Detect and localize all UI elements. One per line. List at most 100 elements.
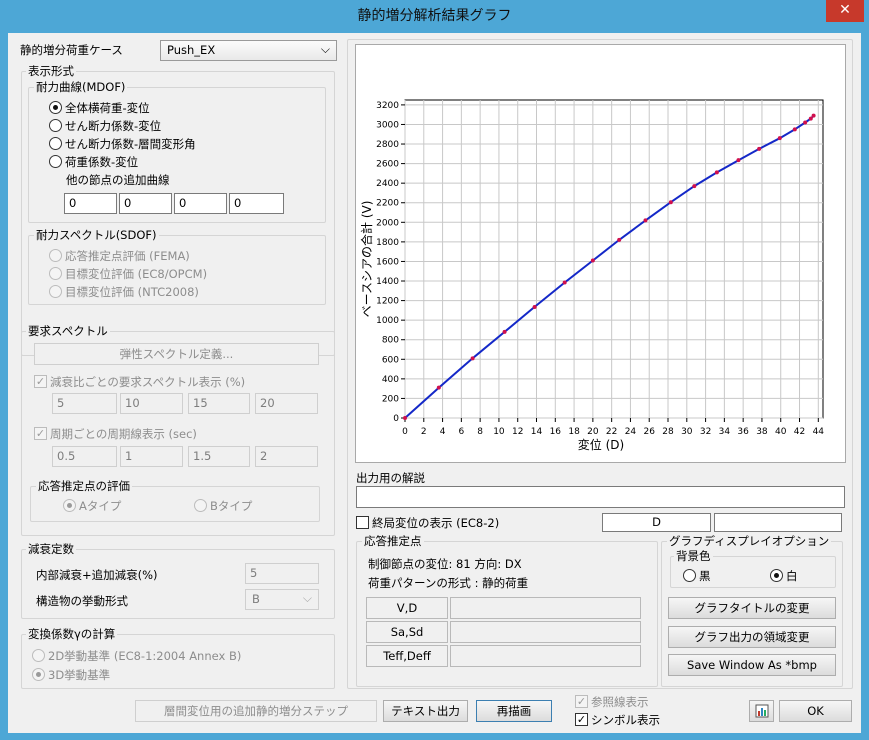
- damping-ratio-input-4[interactable]: 20: [255, 393, 318, 414]
- x-axis-label: 変位 (D): [578, 437, 624, 452]
- damping-ratio-input-2[interactable]: 10: [120, 393, 183, 414]
- bg-white-radio[interactable]: [770, 569, 783, 582]
- node-input-1[interactable]: 0: [64, 193, 117, 214]
- conversion-2d-radio[interactable]: [32, 649, 45, 662]
- damping-ratio-checkbox[interactable]: ✓: [34, 375, 47, 388]
- series-marker: [403, 416, 407, 420]
- y-tick-label: 600: [382, 355, 399, 365]
- chart-icon-button[interactable]: [749, 700, 774, 722]
- x-tick-label: 12: [512, 427, 523, 437]
- series-marker: [502, 329, 507, 334]
- vd-value: [450, 597, 641, 619]
- y-tick-label: 0: [393, 414, 399, 424]
- y-tick-label: 2000: [376, 218, 399, 228]
- series-line: [404, 115, 815, 419]
- chevron-down-icon: ⌵: [302, 591, 312, 605]
- ok-button[interactable]: OK: [779, 700, 852, 722]
- conversion-factor-title: 変換係数γの計算: [26, 626, 118, 642]
- symbol-checkbox[interactable]: ✓: [575, 713, 588, 726]
- y-axis-label: ベースシアの合計 (V): [359, 201, 374, 318]
- bg-white-label: 白: [786, 569, 798, 583]
- output-comment-label: 出力用の解説: [356, 471, 425, 485]
- series-markers: [403, 113, 816, 420]
- type-b-radio[interactable]: [194, 499, 207, 512]
- node-input-4[interactable]: 0: [229, 193, 284, 214]
- series-marker: [562, 280, 567, 285]
- bg-black-label: 黒: [699, 569, 711, 583]
- close-icon[interactable]: ✕: [826, 0, 864, 22]
- x-tick-label: 26: [643, 427, 655, 437]
- node-input-2[interactable]: 0: [119, 193, 172, 214]
- graph-options-title: グラフディスプレイオプション: [667, 533, 832, 549]
- final-disp-field[interactable]: D: [602, 513, 711, 532]
- bar-chart-icon: [755, 704, 768, 718]
- sdof-title: 耐力スペクトル(SDOF): [34, 227, 159, 243]
- mdof-radio-0[interactable]: [49, 101, 62, 114]
- sdof-radio-1[interactable]: [49, 267, 62, 280]
- extra-step-button[interactable]: 層間変位用の追加静的増分ステップ: [135, 700, 377, 722]
- x-tick-label: 42: [794, 427, 805, 437]
- sdof-radio-0[interactable]: [49, 249, 62, 262]
- type-a-radio[interactable]: [63, 499, 76, 512]
- bg-black-radio[interactable]: [683, 569, 696, 582]
- node-input-3[interactable]: 0: [174, 193, 227, 214]
- series-marker: [736, 158, 741, 163]
- final-disp-value[interactable]: [714, 513, 842, 532]
- y-tick-label: 1400: [376, 277, 399, 287]
- x-tick-label: 32: [700, 427, 711, 437]
- series-marker: [811, 113, 816, 118]
- x-tick-label: 16: [550, 427, 562, 437]
- control-node-text: 制御節点の変位: 81 方向: DX: [368, 557, 522, 571]
- background-color-title: 背景色: [674, 548, 713, 564]
- type-b-label: Bタイプ: [210, 499, 253, 513]
- teff-deff-label: Teff,Deff: [366, 645, 448, 667]
- save-window-bmp-button[interactable]: Save Window As *bmp: [668, 654, 836, 676]
- damping-ratio-input-3[interactable]: 15: [188, 393, 250, 414]
- output-comment-input[interactable]: [356, 486, 845, 508]
- period-line-checkbox[interactable]: ✓: [34, 427, 47, 440]
- sdof-radio-2[interactable]: [49, 285, 62, 298]
- structure-behavior-select[interactable]: B ⌵: [245, 589, 319, 610]
- change-output-region-button[interactable]: グラフ出力の領域変更: [668, 626, 836, 648]
- mdof-radio-3[interactable]: [49, 155, 62, 168]
- x-tick-label: 6: [458, 427, 464, 437]
- redraw-button[interactable]: 再描画: [476, 700, 552, 722]
- period-input-1[interactable]: 0.5: [52, 446, 117, 467]
- mdof-option-0: 全体横荷重-変位: [65, 101, 150, 115]
- mdof-radio-2[interactable]: [49, 137, 62, 150]
- reference-line-label: 参照線表示: [591, 695, 649, 709]
- structure-behavior-label: 構造物の挙動形式: [36, 594, 128, 608]
- damping-title: 減衰定数: [26, 541, 76, 557]
- series-marker: [714, 170, 719, 175]
- elastic-spectrum-button[interactable]: 弾性スペクトル定義...: [34, 343, 319, 365]
- sasd-label: Sa,Sd: [366, 621, 448, 643]
- period-input-2[interactable]: 1: [120, 446, 183, 467]
- conversion-3d-radio[interactable]: [32, 668, 45, 681]
- inherent-damping-input[interactable]: 5: [245, 563, 319, 584]
- sdof-option-2: 目標変位評価 (NTC2008): [65, 285, 199, 299]
- chevron-down-icon: ⌵: [320, 42, 330, 56]
- x-tick-label: 24: [625, 427, 637, 437]
- teff-deff-value: [450, 645, 641, 667]
- performance-point-title: 応答推定点: [362, 533, 424, 549]
- series-marker: [532, 304, 537, 309]
- mdof-radio-1[interactable]: [49, 119, 62, 132]
- window-title: 静的増分解析結果グラフ: [357, 8, 512, 24]
- x-tick-label: 36: [737, 427, 749, 437]
- reference-line-checkbox[interactable]: ✓: [575, 695, 588, 708]
- display-format-title: 表示形式: [26, 63, 76, 79]
- type-a-label: Aタイプ: [79, 499, 122, 513]
- final-disp-checkbox[interactable]: [356, 516, 369, 529]
- text-output-button[interactable]: テキスト出力: [383, 700, 468, 722]
- damping-ratio-input-1[interactable]: 5: [52, 393, 117, 414]
- change-graph-title-button[interactable]: グラフタイトルの変更: [668, 597, 836, 619]
- period-input-4[interactable]: 2: [255, 446, 318, 467]
- structure-behavior-value: B: [252, 592, 260, 606]
- period-input-3[interactable]: 1.5: [188, 446, 250, 467]
- pushover-curve-chart: 0 2 4 6 8 10 12 14 16 18 20 22 24 26 28 30 32 34 36 38 40 42 4…: [359, 99, 824, 452]
- pushover-case-select[interactable]: Push_EX ⌵: [160, 40, 337, 61]
- y-tick-label: 2800: [376, 140, 399, 150]
- period-line-label: 周期ごとの周期線表示 (sec): [50, 427, 197, 441]
- series-marker: [470, 356, 475, 361]
- sasd-value: [450, 621, 641, 643]
